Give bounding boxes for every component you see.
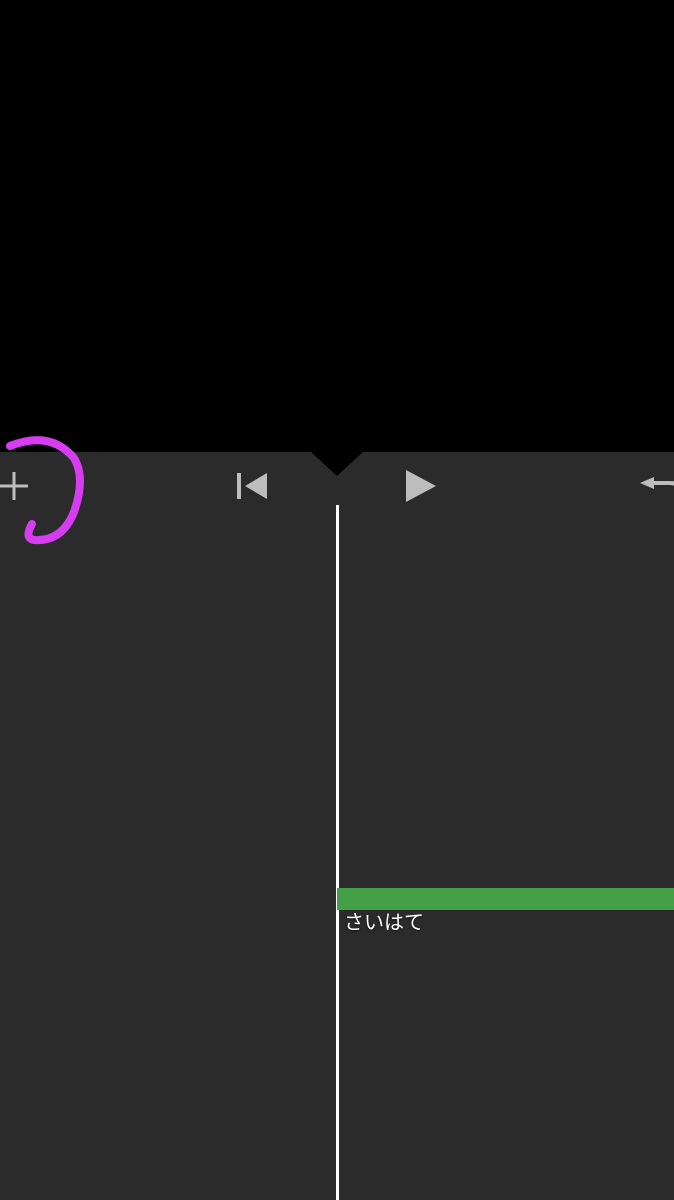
play-button[interactable]: [400, 466, 440, 506]
play-icon: [400, 466, 440, 506]
skip-to-start-button[interactable]: [234, 466, 274, 506]
audio-clip[interactable]: [337, 888, 674, 910]
plus-icon: [0, 468, 32, 504]
undo-button[interactable]: [640, 466, 674, 506]
video-preview: [0, 0, 674, 452]
playhead-marker: [311, 452, 363, 476]
timeline-panel: さいはて: [0, 452, 674, 1200]
app-root: さいはて: [0, 0, 674, 1200]
add-button[interactable]: [0, 466, 34, 506]
playhead[interactable]: [336, 505, 339, 1200]
undo-icon: [640, 469, 674, 503]
audio-clip-title: さいはて: [344, 911, 424, 935]
skip-previous-icon: [237, 471, 271, 501]
